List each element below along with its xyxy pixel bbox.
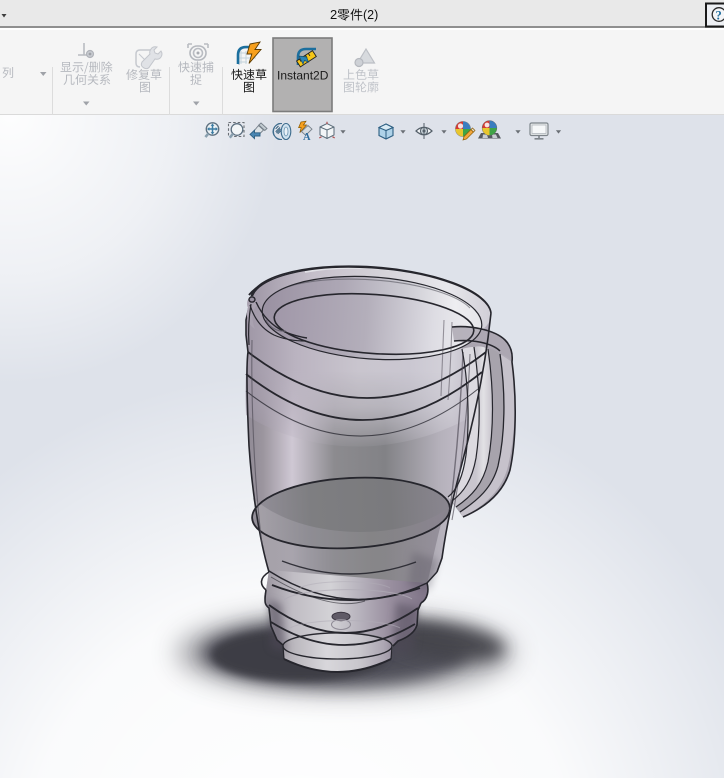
svg-text:Instant2D: Instant2D bbox=[277, 69, 329, 83]
svg-text:A: A bbox=[303, 132, 311, 143]
